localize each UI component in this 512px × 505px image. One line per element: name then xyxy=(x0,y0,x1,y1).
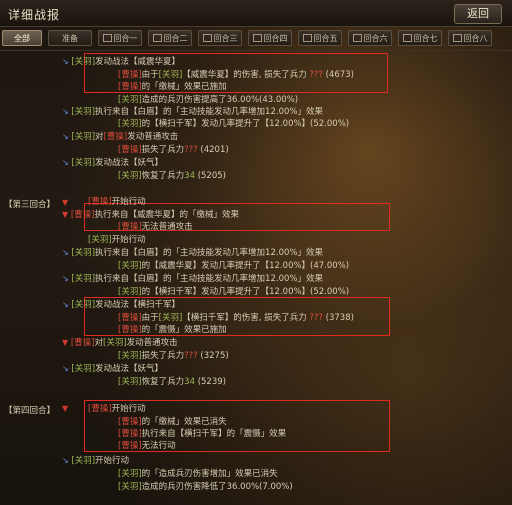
round-icon xyxy=(452,34,462,42)
title-bar: 详细战报 返回 xyxy=(0,0,512,27)
tab-prepare[interactable]: 准备 xyxy=(48,30,92,46)
log-line: [曹操]无法普通攻击 xyxy=(118,222,193,232)
round-icon xyxy=(302,34,312,42)
round-icon xyxy=(152,34,162,42)
tab-label: 回合七 xyxy=(413,34,438,43)
tab-round-2[interactable]: 回合二 xyxy=(148,30,192,46)
flag-icon: ▼ xyxy=(62,338,69,347)
log-line: [曹操]的「震慑」效果已施加 xyxy=(118,325,227,335)
log-line: [曹操]由于[关羽]【威震华夏】的伤害, 损失了兵力 ??? (4673) xyxy=(118,70,354,80)
round-icon xyxy=(202,34,212,42)
log-line: [关羽]恢复了兵力34 (5205) xyxy=(118,171,226,181)
tab-all[interactable]: 全部 xyxy=(2,30,42,46)
log-line: [曹操]开始行动 xyxy=(88,197,146,207)
log-line: ↘ [关羽]对[曹操]发动普通攻击 xyxy=(62,132,179,142)
log-line: [曹操]开始行动 xyxy=(88,404,146,414)
log-line: ↘ [关羽]发动战法【妖气】 xyxy=(62,158,164,168)
log-line: [关羽]的【横扫千军】发动几率提升了【12.00%】(52.00%) xyxy=(118,287,350,297)
log-line: ↘ [关羽]发动战法【横扫千军】 xyxy=(62,300,181,310)
tab-label: 回合八 xyxy=(463,34,488,43)
log-line: [曹操]损失了兵力??? (4201) xyxy=(118,145,229,155)
log-line: [曹操]执行来自【横扫千军】的「震慑」效果 xyxy=(118,429,287,439)
log-line: ▼ [曹操]执行来自【威震华夏】的「缴械」效果 xyxy=(62,210,240,220)
log-line: [曹操]由于[关羽]【横扫千军】的伤害, 损失了兵力 ??? (3738) xyxy=(118,313,354,323)
log-line: [关羽]的【威震华夏】发动几率提升了【12.00%】(47.00%) xyxy=(118,261,350,271)
arrow-icon: ↘ xyxy=(62,274,69,283)
log-line: [关羽]损失了兵力??? (3275) xyxy=(118,351,229,361)
log-line: ↘ [关羽]发动战法【妖气】 xyxy=(62,364,164,374)
arrow-icon: ↘ xyxy=(62,132,69,141)
log-line: [曹操]无法行动 xyxy=(118,441,176,451)
back-button[interactable]: 返回 xyxy=(454,4,502,24)
tab-round-7[interactable]: 回合七 xyxy=(398,30,442,46)
round-tabs: 全部 准备 回合一 回合二 回合三 回合四 回合五 回合六 回合七 回合八 xyxy=(0,28,512,51)
tab-round-3[interactable]: 回合三 xyxy=(198,30,242,46)
log-line: ↘ [关羽]执行来自【白眉】的「主动技能发动几率增加12.00%」效果 xyxy=(62,248,323,258)
tab-round-8[interactable]: 回合八 xyxy=(448,30,492,46)
arrow-icon: ↘ xyxy=(62,248,69,257)
round-icon xyxy=(402,34,412,42)
log-line: ▼ [曹操]对[关羽]发动普通攻击 xyxy=(62,338,178,348)
round-flag-icon: ▼ xyxy=(62,404,69,413)
log-line: [曹操]的「缴械」效果已消失 xyxy=(118,417,227,427)
log-line: [关羽]造成的兵刃伤害提高了36.00%(43.00%) xyxy=(118,95,299,105)
flag-icon: ▼ xyxy=(62,210,69,219)
tab-label: 回合四 xyxy=(263,34,288,43)
log-line: [关羽]开始行动 xyxy=(88,235,146,245)
tab-round-4[interactable]: 回合四 xyxy=(248,30,292,46)
page-title: 详细战报 xyxy=(8,8,61,22)
log-line: ↘ [关羽]执行来自【白眉】的「主动技能发动几率增加12.00%」效果 xyxy=(62,107,323,117)
arrow-icon: ↘ xyxy=(62,107,69,116)
arrow-icon: ↘ xyxy=(62,456,69,465)
log-line: ↘ [关羽]发动战法【威震华夏】 xyxy=(62,57,181,67)
log-line: ↘ [关羽]执行来自【白眉】的「主动技能发动几率增加12.00%」效果 xyxy=(62,274,323,284)
tab-round-1[interactable]: 回合一 xyxy=(98,30,142,46)
tab-round-6[interactable]: 回合六 xyxy=(348,30,392,46)
tab-label: 回合一 xyxy=(113,34,138,43)
arrow-icon: ↘ xyxy=(62,57,69,66)
log-line: [曹操]的「缴械」效果已施加 xyxy=(118,82,227,92)
tab-label: 回合六 xyxy=(363,34,388,43)
arrow-icon: ↘ xyxy=(62,364,69,373)
log-line: [关羽]造成的兵刃伤害降低了36.00%(7.00%) xyxy=(118,482,293,492)
log-line: [关羽]恢复了兵力34 (5239) xyxy=(118,377,226,387)
round-flag-icon: ▼ xyxy=(62,198,69,207)
tab-label: 回合五 xyxy=(313,34,338,43)
round-icon xyxy=(102,34,112,42)
round-icon xyxy=(352,34,362,42)
arrow-icon: ↘ xyxy=(62,300,69,309)
round-label-4: 【第四回合】 xyxy=(4,406,56,416)
tab-label: 回合三 xyxy=(213,34,238,43)
log-line: [关羽]的「造成兵刃伤害增加」效果已消失 xyxy=(118,469,278,479)
arrow-icon: ↘ xyxy=(62,158,69,167)
round-label-3: 【第三回合】 xyxy=(4,200,56,210)
log-line: [关羽]的【横扫千军】发动几率提升了【12.00%】(52.00%) xyxy=(118,119,350,129)
tab-round-5[interactable]: 回合五 xyxy=(298,30,342,46)
log-line: ↘ [关羽]开始行动 xyxy=(62,456,130,466)
round-icon xyxy=(252,34,262,42)
tab-label: 回合二 xyxy=(163,34,188,43)
